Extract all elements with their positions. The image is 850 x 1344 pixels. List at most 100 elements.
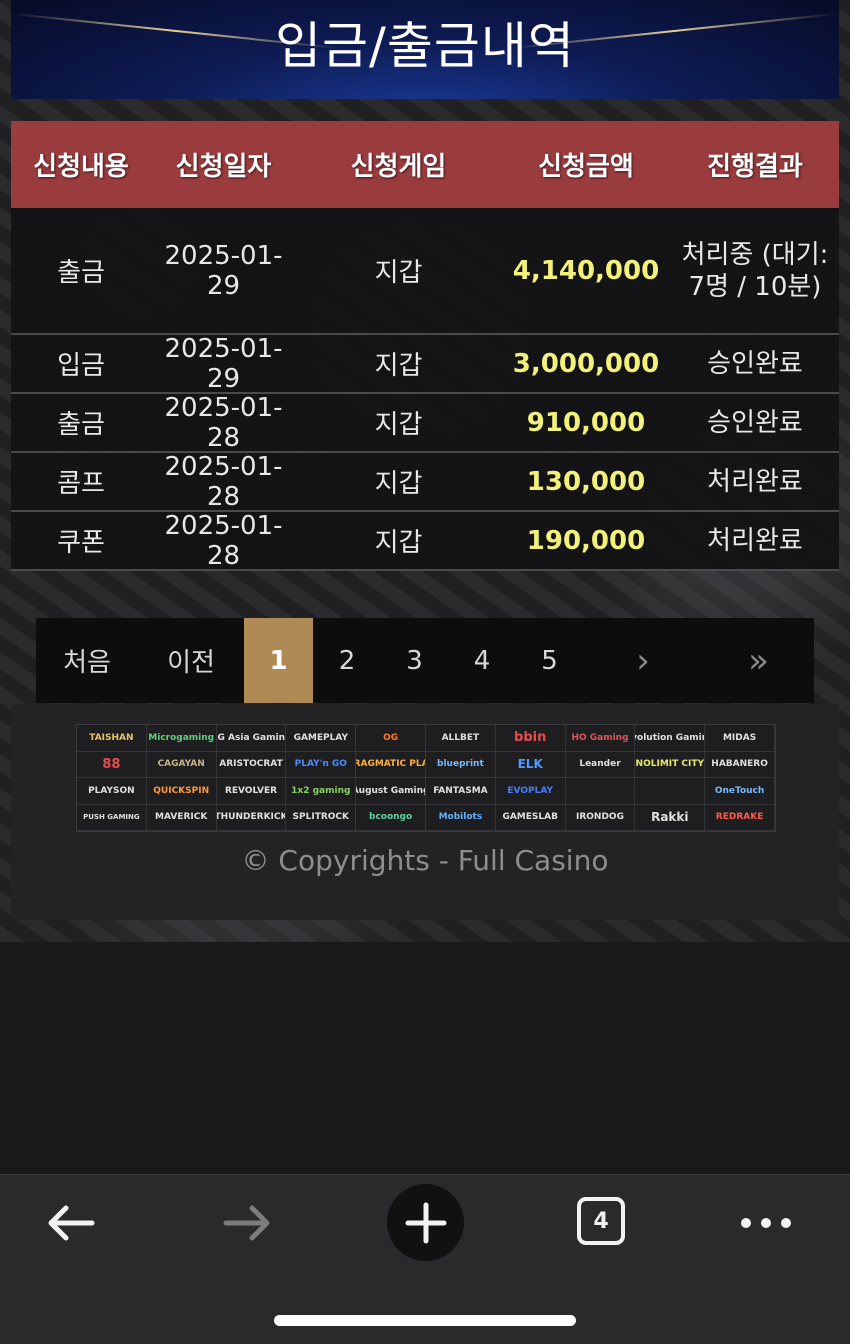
provider-logo: REVOLVER [216,778,287,805]
provider-logo: NOLIMIT CITY [635,751,706,778]
tab-count: 4 [593,1208,609,1234]
cell-game: 지갑 [374,528,423,558]
page: 입금/출금내역 신청내용 신청일자 신청게임 신청금액 진행결과 출금 2025… [0,0,850,1344]
provider-logo: HO Gaming [565,725,636,752]
provider-logo: EVOPLAY [495,778,566,805]
table-row: 출금 2025-01-28 지갑 910,000 승인완료 [11,392,839,453]
cell-date: 2025-01-28 [164,451,283,512]
cell-result: 승인완료 [707,407,803,438]
page-button-1[interactable]: 1 [244,618,313,703]
provider-logo: REDRAKE [705,804,775,831]
provider-logo: PUSH GAMING [77,804,147,831]
page-title: 입금/출금내역 [275,17,575,75]
provider-logo: August Gaming [356,778,426,805]
col-header-game: 신청게임 [350,152,447,182]
col-header-result: 진행결과 [707,152,803,182]
cell-type: 출금 [57,258,105,288]
back-button[interactable] [40,1199,100,1247]
back-arrow-icon [48,1205,95,1241]
cell-game: 지갑 [374,351,423,381]
forward-button[interactable] [218,1199,278,1247]
cell-game: 지갑 [374,410,423,440]
prev-page-button[interactable]: 이전 [138,618,244,703]
page-button-4[interactable]: 4 [448,618,516,703]
more-menu-button[interactable] [736,1203,796,1243]
cell-date: 2025-01-28 [164,392,283,453]
cell-amount: 190,000 [526,525,646,556]
provider-logo: ARISTOCRAT [216,751,287,778]
table-row: 콤프 2025-01-28 지갑 130,000 처리완료 [11,451,839,512]
provider-logo: ELK [495,751,566,778]
table-row: 출금 2025-01-29 지갑 4,140,000 처리중 (대기: 7명 /… [11,208,839,335]
tabs-button[interactable]: 4 [577,1197,625,1245]
provider-logo: MAVERICK [146,804,217,831]
pagination: 처음 이전 1 2 3 4 5 › » [36,618,814,703]
cell-result: 처리중 (대기: 7명 / 10분) [681,239,829,302]
provider-logo: blueprint [426,751,496,778]
provider-logo: PRAGMATIC PLAY [356,751,426,778]
provider-logo: QUICKSPIN [146,778,217,805]
more-dots-icon [741,1218,791,1228]
provider-logo: SPLITROCK [286,804,357,831]
table-header: 신청내용 신청일자 신청게임 신청금액 진행결과 [11,121,839,208]
provider-logo: PLAYSON [77,778,147,805]
provider-logo: CAGAYAN [146,751,217,778]
provider-logo: Mobilots [426,804,496,831]
cell-type: 출금 [57,410,105,440]
page-button-5[interactable]: 5 [516,618,583,703]
col-header-amount: 신청금액 [538,152,634,182]
provider-logo: OneTouch [705,778,775,805]
provider-logo: Rakki [635,804,706,831]
cell-result: 처리완료 [707,525,803,556]
plus-icon [405,1202,446,1243]
provider-logo: HABANERO [705,751,775,778]
cell-game: 지갑 [374,469,423,499]
cell-date: 2025-01-29 [164,333,283,394]
provider-logo [635,778,706,805]
next-page-button[interactable]: › [583,618,703,703]
cell-amount: 130,000 [526,466,646,497]
first-page-button[interactable]: 처음 [36,618,138,703]
provider-logo: THUNDERKICK [216,804,287,831]
cell-amount: 3,000,000 [512,348,660,379]
provider-logo: Leander [565,751,636,778]
footer: TAISHAN Microgaming AG Asia Gaming GAMEP… [11,704,839,920]
provider-logos: TAISHAN Microgaming AG Asia Gaming GAMEP… [76,724,776,832]
provider-logo: 88 [77,751,147,778]
provider-logo: 1x2 gaming [286,778,357,805]
page-button-3[interactable]: 3 [381,618,448,703]
page-button-2[interactable]: 2 [313,618,381,703]
cell-amount: 4,140,000 [512,255,660,286]
provider-logo: MIDAS [705,725,775,752]
provider-logo: ALLBET [426,725,496,752]
cell-game: 지갑 [374,258,423,288]
provider-logo: Evolution Gaming [635,725,706,752]
cell-amount: 910,000 [526,407,646,438]
cell-type: 입금 [57,351,105,381]
provider-logo: GAMESLAB [495,804,566,831]
cell-date: 2025-01-28 [164,510,283,571]
provider-logo: TAISHAN [77,725,147,752]
col-header-type: 신청내용 [33,152,129,182]
provider-logo [565,778,636,805]
new-tab-button[interactable] [387,1184,464,1261]
table-row: 쿠폰 2025-01-28 지갑 190,000 처리완료 [11,510,839,571]
blank-area [0,942,850,1174]
transaction-table: 신청내용 신청일자 신청게임 신청금액 진행결과 출금 2025-01-29 지… [11,121,839,571]
cell-result: 처리완료 [707,466,803,497]
home-indicator[interactable] [274,1315,576,1326]
provider-logo: AG Asia Gaming [216,725,287,752]
cell-type: 콤프 [57,469,105,499]
provider-logo: PLAY'n GO [286,751,357,778]
col-header-date: 신청일자 [175,152,272,182]
browser-toolbar: 4 [0,1174,850,1344]
last-page-button[interactable]: » [703,618,814,703]
page-header: 입금/출금내역 [11,0,839,99]
cell-date: 2025-01-29 [164,240,283,301]
table-row: 입금 2025-01-29 지갑 3,000,000 승인완료 [11,333,839,394]
provider-logo: FANTASMA [426,778,496,805]
copyright-text: © Copyrights - Full Casino [241,844,609,877]
cell-type: 쿠폰 [57,528,105,558]
provider-logo: bbin [495,725,566,752]
provider-logo: OG [356,725,426,752]
